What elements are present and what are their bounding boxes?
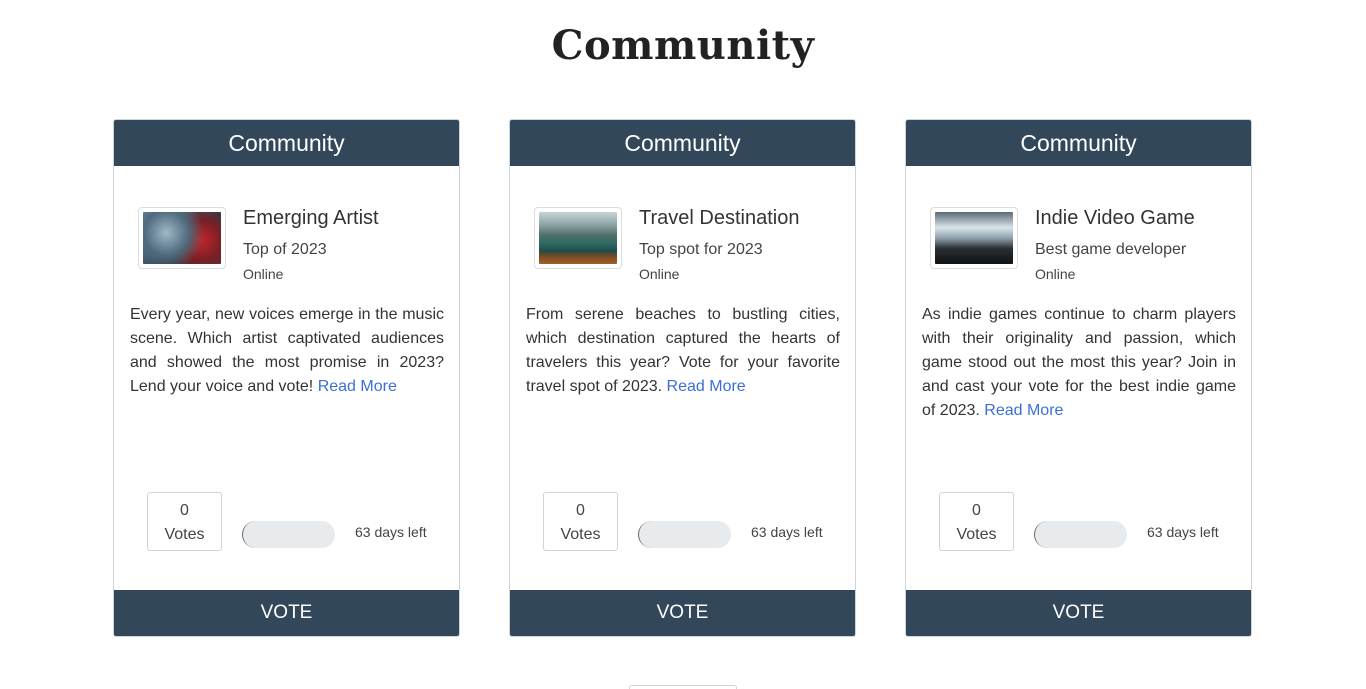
days-left: 63 days left [1147, 524, 1219, 540]
description-text: As indie games continue to charm players… [922, 306, 1236, 419]
item-status: Online [1035, 266, 1076, 282]
progress-bar [242, 521, 335, 548]
read-more-link[interactable]: Read More [667, 378, 746, 395]
card-emerging-artist: Community Emerging Artist Top of 2023 On… [113, 119, 460, 637]
votes-label: Votes [956, 526, 997, 543]
card-thumbnail [138, 207, 226, 269]
votes-count: 0 [180, 502, 189, 519]
votes-counter: 0 Votes [939, 492, 1014, 551]
vote-button[interactable]: VOTE [906, 590, 1251, 636]
votes-label: Votes [164, 526, 205, 543]
progress-bar [638, 521, 731, 548]
item-title: Indie Video Game [1035, 207, 1195, 229]
card-top: Indie Video Game Best game developer Onl… [930, 207, 1230, 287]
card-thumbnail [930, 207, 1018, 269]
card-header: Community [114, 120, 459, 166]
votes-counter: 0 Votes [147, 492, 222, 551]
progress-bar [1034, 521, 1127, 548]
card-description: Every year, new voices emerge in the mus… [130, 303, 444, 399]
item-subtitle: Best game developer [1035, 241, 1187, 258]
vote-button[interactable]: VOTE [510, 590, 855, 636]
card-travel-destination: Community Travel Destination Top spot fo… [509, 119, 856, 637]
gaming-controller-image [935, 212, 1013, 264]
card-description: From serene beaches to bustling cities, … [526, 303, 840, 399]
concert-artist-image [143, 212, 221, 264]
read-more-link[interactable]: Read More [318, 378, 397, 395]
item-subtitle: Top of 2023 [243, 241, 327, 258]
read-more-link[interactable]: Read More [984, 402, 1063, 419]
card-header: Community [906, 120, 1251, 166]
days-left: 63 days left [751, 524, 823, 540]
pagination-button[interactable] [629, 685, 737, 689]
card-top: Emerging Artist Top of 2023 Online [138, 207, 438, 287]
item-title: Emerging Artist [243, 207, 379, 229]
item-status: Online [639, 266, 680, 282]
vote-button[interactable]: VOTE [114, 590, 459, 636]
item-title: Travel Destination [639, 207, 800, 229]
card-description: As indie games continue to charm players… [922, 303, 1236, 423]
item-subtitle: Top spot for 2023 [639, 241, 763, 258]
votes-count: 0 [576, 502, 585, 519]
card-header: Community [510, 120, 855, 166]
votes-counter: 0 Votes [543, 492, 618, 551]
votes-label: Votes [560, 526, 601, 543]
item-status: Online [243, 266, 284, 282]
votes-count: 0 [972, 502, 981, 519]
card-top: Travel Destination Top spot for 2023 Onl… [534, 207, 834, 287]
card-indie-video-game: Community Indie Video Game Best game dev… [905, 119, 1252, 637]
days-left: 63 days left [355, 524, 427, 540]
cards-container: Community Emerging Artist Top of 2023 On… [0, 0, 1366, 689]
lake-boat-image [539, 212, 617, 264]
card-thumbnail [534, 207, 622, 269]
